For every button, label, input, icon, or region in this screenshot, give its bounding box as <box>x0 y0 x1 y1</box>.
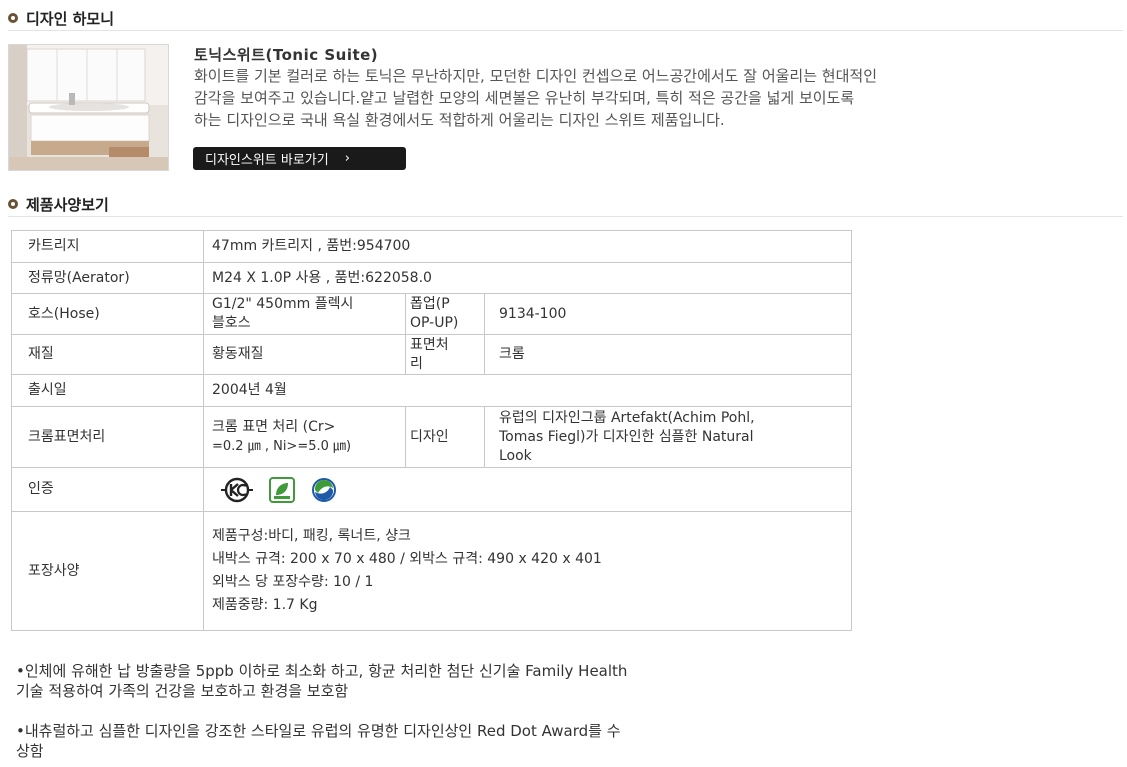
row-label: 출시일 <box>11 374 204 407</box>
design-suite-link-button[interactable]: 디자인스위트 바로가기 › <box>193 147 406 170</box>
note-line: 상함 <box>16 742 44 760</box>
packaging-line: 내박스 규격: 200 x 70 x 480 / 외박스 규격: 490 x 4… <box>212 551 602 567</box>
value-line: G1/2" 450mm 플렉시 <box>212 296 354 312</box>
sub-label-line: 폽업(P <box>410 296 450 312</box>
note-paragraph: •인체에 유해한 납 방출량을 5ppb 이하로 최소화 하고, 항균 처리한 … <box>16 661 836 701</box>
product-title: 토닉스위트(Tonic Suite) <box>194 46 379 64</box>
section-bullet-icon <box>8 13 18 23</box>
row-label: 포장사양 <box>11 511 204 631</box>
note-paragraph: •내츄럴하고 심플한 디자인을 강조한 스타일로 유럽의 유명한 디자인상인 R… <box>16 721 836 761</box>
note-line: •내츄럴하고 심플한 디자인을 강조한 스타일로 유럽의 유명한 디자인상인 R… <box>16 722 621 740</box>
description-line: 감각을 보여주고 있습니다.얕고 날렵한 모양의 세면볼은 유난히 부각되며, … <box>194 89 855 107</box>
spec-section-header: 제품사양보기 <box>8 192 1123 217</box>
row-value: 황동재질 <box>203 334 406 375</box>
description-line: 화이트를 기본 컬러로 하는 토닉은 무난하지만, 모던한 디자인 컨셉으로 어… <box>194 67 877 85</box>
note-line: 기술 적용하여 가족의 건강을 보호하고 환경을 보호함 <box>16 682 349 700</box>
packaging-line: 제품중량: 1.7 Kg <box>212 597 318 613</box>
table-row: 정류망(Aerator) M24 X 1.0P 사용 , 품번:622058.0 <box>11 262 853 294</box>
packaging-line: 제품구성:바디, 패킹, 록너트, 샹크 <box>212 528 411 544</box>
korea-mark-icon <box>312 477 336 502</box>
row-value: 크롬 표면 처리 (Cr> =0.2 ㎛ , Ni>=5.0 ㎛) <box>203 406 406 468</box>
row-label: 크롬표면처리 <box>11 406 204 468</box>
sub-value: 크롬 <box>483 334 853 375</box>
description-line: 하는 디자인으로 국내 욕실 환경에서도 적합하게 어울리는 디자인 스위트 제… <box>194 111 725 129</box>
sub-label-line: 리 <box>410 355 423 372</box>
sub-label: 디자인 <box>405 406 485 468</box>
environment-mark-icon <box>269 476 295 503</box>
sub-value: 유럽의 디자인그룹 Artefakt(Achim Pohl, Tomas Fie… <box>483 406 853 468</box>
table-row: 출시일 2004년 4월 <box>11 374 853 407</box>
table-row: 재질 황동재질 표면처 리 크롬 <box>11 334 853 375</box>
table-row: 포장사양 제품구성:바디, 패킹, 록너트, 샹크 내박스 규격: 200 x … <box>11 511 853 631</box>
spec-table: 카트리지 47mm 카트리지 , 품번:954700 정류망(Aerator) … <box>11 230 853 631</box>
row-label: 카트리지 <box>11 230 204 263</box>
certification-marks <box>202 467 853 512</box>
value-line: =0.2 ㎛ , Ni>=5.0 ㎛) <box>212 439 352 454</box>
product-description: 화이트를 기본 컬러로 하는 토닉은 무난하지만, 모던한 디자인 컨셉으로 어… <box>194 65 1119 131</box>
section-title: 제품사양보기 <box>26 195 109 214</box>
section-bullet-icon <box>8 199 18 209</box>
row-label: 호스(Hose) <box>11 293 204 335</box>
table-row: 호스(Hose) G1/2" 450mm 플렉시 블호스 폽업(P OP-UP)… <box>11 293 853 335</box>
table-row: 인증 <box>11 467 853 512</box>
row-value: M24 X 1.0P 사용 , 품번:622058.0 <box>202 262 853 294</box>
packaging-line: 외박스 당 포장수량: 10 / 1 <box>212 574 374 590</box>
button-label: 디자인스위트 바로가기 <box>205 153 329 168</box>
row-value: G1/2" 450mm 플렉시 블호스 <box>203 293 406 335</box>
chevron-right-icon: › <box>344 151 350 166</box>
row-value: 2004년 4월 <box>202 374 853 407</box>
kc-mark-icon <box>221 477 253 502</box>
sub-label-line: 표면처 <box>410 336 449 353</box>
product-intro: 토닉스위트(Tonic Suite) 화이트를 기본 컬러로 하는 토닉은 무난… <box>194 44 1119 131</box>
row-value: 47mm 카트리지 , 품번:954700 <box>202 230 853 263</box>
design-harmony-header: 디자인 하모니 <box>8 6 1123 31</box>
value-line: 블호스 <box>212 315 251 331</box>
value-line: Tomas Fiegl)가 디자인한 심플한 Natural <box>499 428 754 445</box>
section-title: 디자인 하모니 <box>26 9 115 28</box>
value-line: 유럽의 디자인그룹 Artefakt(Achim Pohl, <box>499 409 755 426</box>
table-row: 카트리지 47mm 카트리지 , 품번:954700 <box>11 230 853 263</box>
sub-label-line: OP-UP) <box>410 315 459 331</box>
sub-label: 표면처 리 <box>405 334 485 375</box>
table-row: 크롬표면처리 크롬 표면 처리 (Cr> =0.2 ㎛ , Ni>=5.0 ㎛)… <box>11 406 853 468</box>
sub-value: 9134-100 <box>483 293 853 335</box>
value-line: 크롬 표면 처리 (Cr> <box>212 419 336 435</box>
row-value: 제품구성:바디, 패킹, 록너트, 샹크 내박스 규격: 200 x 70 x … <box>202 511 853 631</box>
row-label: 정류망(Aerator) <box>11 262 204 294</box>
sub-label: 폽업(P OP-UP) <box>405 293 485 335</box>
row-label: 재질 <box>11 334 204 375</box>
row-label: 인증 <box>11 467 204 512</box>
note-line: •인체에 유해한 납 방출량을 5ppb 이하로 최소화 하고, 항균 처리한 … <box>16 662 628 680</box>
value-line: Look <box>499 447 532 464</box>
product-thumbnail <box>8 44 169 171</box>
